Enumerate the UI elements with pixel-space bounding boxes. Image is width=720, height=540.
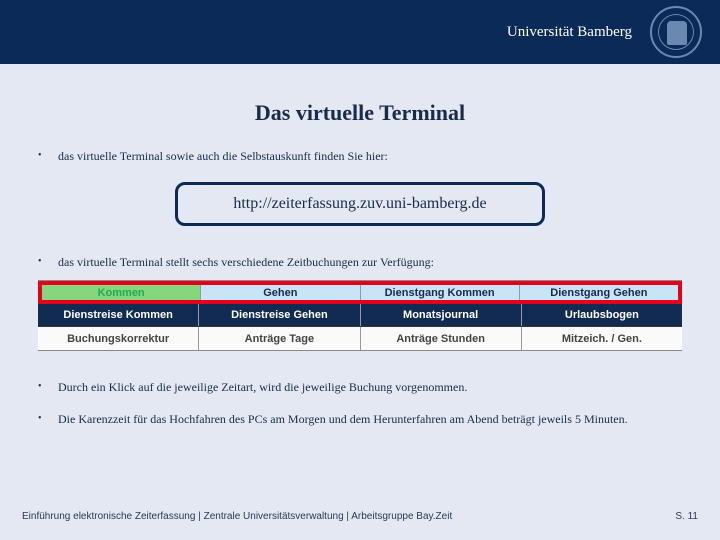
cell-dienstreise-gehen[interactable]: Dienstreise Gehen: [199, 304, 360, 326]
cell-dienstreise-kommen[interactable]: Dienstreise Kommen: [38, 304, 199, 326]
cell-dienstgang-kommen[interactable]: Dienstgang Kommen: [361, 285, 520, 300]
bullet-dot-icon: •: [38, 411, 58, 427]
bullet-dot-icon: •: [38, 148, 58, 164]
slide-footer: Einführung elektronische Zeiterfassung |…: [22, 511, 698, 522]
cell-dienstgang-gehen[interactable]: Dienstgang Gehen: [520, 285, 678, 300]
university-seal-icon: [650, 6, 702, 58]
bullet-item: • das virtuelle Terminal sowie auch die …: [38, 148, 682, 164]
bullet-text: Durch ein Klick auf die jeweilige Zeitar…: [58, 379, 682, 395]
cell-buchungskorrektur[interactable]: Buchungskorrektur: [38, 327, 199, 350]
bullet-dot-icon: •: [38, 379, 58, 395]
bullet-item: • Durch ein Klick auf die jeweilige Zeit…: [38, 379, 682, 395]
bullet-text: das virtuelle Terminal stellt sechs vers…: [58, 254, 682, 270]
page-number: S. 11: [675, 511, 698, 522]
bullet-item: • das virtuelle Terminal stellt sechs ve…: [38, 254, 682, 270]
cell-monatsjournal[interactable]: Monatsjournal: [361, 304, 522, 326]
table-row: Kommen Gehen Dienstgang Kommen Dienstgan…: [38, 281, 682, 304]
cell-kommen[interactable]: Kommen: [42, 285, 201, 300]
url-box: http://zeiterfassung.zuv.uni-bamberg.de: [175, 182, 545, 226]
cell-mitzeich-gen[interactable]: Mitzeich. / Gen.: [522, 327, 682, 350]
university-name: Universität Bamberg: [507, 24, 632, 41]
footer-left: Einführung elektronische Zeiterfassung |…: [22, 511, 452, 522]
cell-antraege-tage[interactable]: Anträge Tage: [199, 327, 360, 350]
slide-title: Das virtuelle Terminal: [0, 100, 720, 126]
slide-header: Universität Bamberg: [0, 0, 720, 64]
bullet-dot-icon: •: [38, 254, 58, 270]
table-row: Buchungskorrektur Anträge Tage Anträge S…: [38, 327, 682, 350]
bullet-text: Die Karenzzeit für das Hochfahren des PC…: [58, 411, 682, 427]
booking-table: Kommen Gehen Dienstgang Kommen Dienstgan…: [38, 280, 682, 351]
table-row: Dienstreise Kommen Dienstreise Gehen Mon…: [38, 304, 682, 327]
cell-urlaubsbogen[interactable]: Urlaubsbogen: [522, 304, 682, 326]
bullet-item: • Die Karenzzeit für das Hochfahren des …: [38, 411, 682, 427]
url-text: http://zeiterfassung.zuv.uni-bamberg.de: [233, 195, 486, 212]
bullet-text: das virtuelle Terminal sowie auch die Se…: [58, 148, 682, 164]
cell-gehen[interactable]: Gehen: [201, 285, 360, 300]
slide-content: • das virtuelle Terminal sowie auch die …: [0, 148, 720, 427]
cell-antraege-stunden[interactable]: Anträge Stunden: [361, 327, 522, 350]
